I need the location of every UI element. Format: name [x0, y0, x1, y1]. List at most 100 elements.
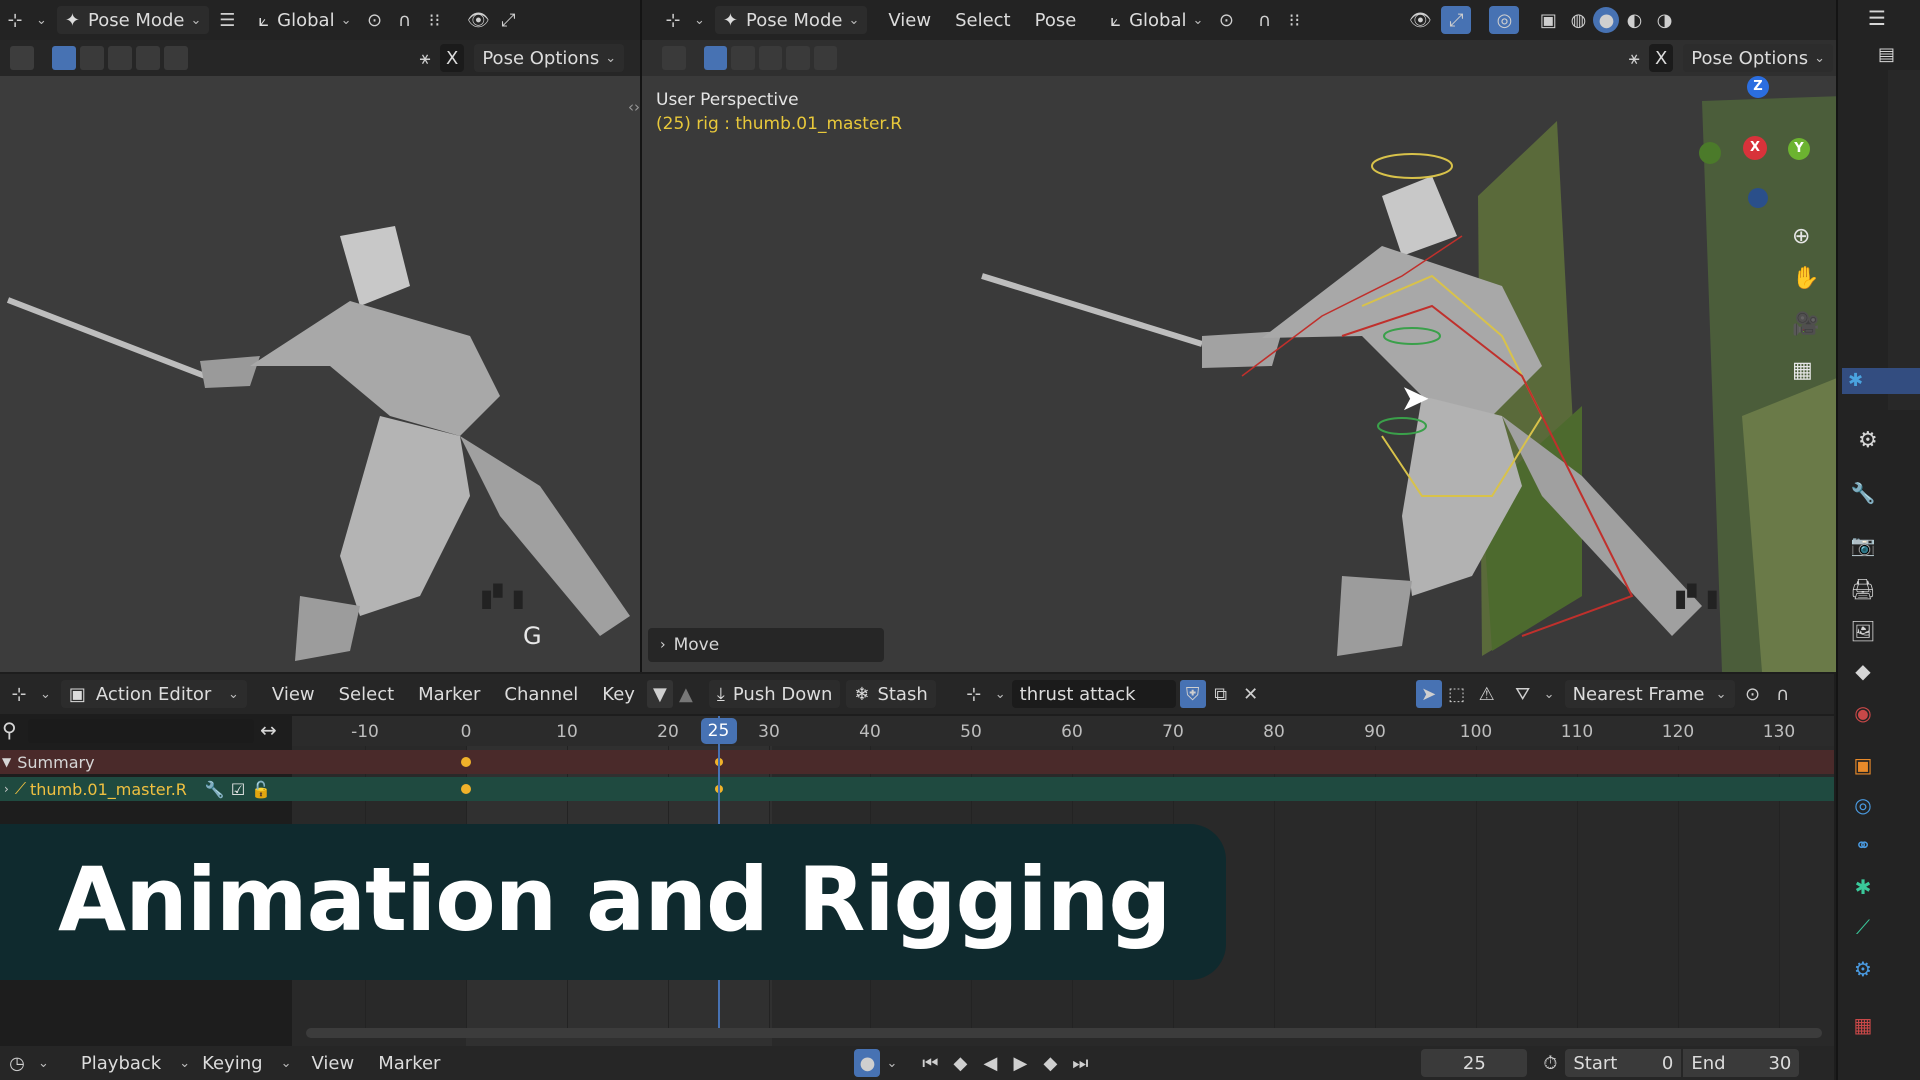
gizmo-toggle-icon[interactable]: ⤢ [1441, 6, 1472, 34]
right-mode-dropdown[interactable]: ✦ Pose Mode ⌄ [714, 6, 868, 34]
zoom-icon[interactable]: ⊕ [1792, 224, 1810, 249]
menu-playback[interactable]: Playback [69, 1053, 173, 1074]
scene-properties-icon[interactable]: ◆ [1848, 656, 1878, 686]
play-reverse-icon[interactable]: ◀ [975, 1049, 1005, 1077]
menu-marker[interactable]: Marker [406, 684, 492, 705]
select-box-icon[interactable] [703, 46, 728, 70]
horizontal-scrollbar[interactable] [306, 1028, 1822, 1038]
duplicate-action-icon[interactable]: ⧉ [1206, 680, 1236, 708]
select-intersect-icon[interactable] [813, 46, 838, 70]
select-intersect-icon[interactable] [164, 46, 188, 70]
armature-data-icon[interactable]: ✱ [1848, 872, 1878, 902]
snap-icon[interactable]: ∩ [1249, 6, 1279, 34]
gizmo-neg-z[interactable] [1748, 188, 1768, 208]
wrench-icon[interactable]: 🔧 [205, 780, 225, 799]
checkbox-icon[interactable]: ☑ [231, 780, 245, 799]
tool-properties-icon[interactable]: 🔧 [1848, 478, 1878, 508]
summary-channel[interactable]: ▼ Summary [0, 750, 95, 774]
scene-icon[interactable]: ▤ [1878, 44, 1895, 65]
menu-select[interactable]: Select [943, 10, 1023, 31]
menu-view[interactable]: View [300, 1053, 367, 1074]
texture-properties-icon[interactable]: ▦ [1848, 1010, 1878, 1040]
action-browse-icon[interactable]: ⊹ [959, 680, 989, 708]
object-properties-icon[interactable]: ▣ [1848, 750, 1878, 780]
swap-icon[interactable]: ↔ [260, 718, 277, 742]
world-properties-icon[interactable]: ◉ [1848, 698, 1878, 728]
jump-end-icon[interactable]: ⏭ [1065, 1049, 1095, 1077]
snap-target-icon[interactable]: ⁝⁝ [419, 6, 449, 34]
filter-icon[interactable]: ⛛ [1508, 680, 1538, 708]
left-mode-dropdown[interactable]: ✦ Pose Mode ⌄ [56, 6, 210, 34]
x-mirror-toggle[interactable]: X [440, 44, 465, 72]
gizmo-neg-y[interactable] [1699, 142, 1721, 164]
select-invert-icon[interactable] [786, 46, 810, 70]
x-mirror-toggle[interactable]: X [1648, 44, 1674, 72]
visibility-icon[interactable]: 👁 [1405, 6, 1435, 34]
chevron-down-icon[interactable]: ⌄ [281, 1056, 292, 1071]
split-arrows-icon[interactable]: ‹› [628, 98, 640, 116]
keyframe[interactable] [461, 784, 471, 794]
select-subtract-icon[interactable] [108, 46, 132, 70]
operator-panel-move[interactable]: › Move [648, 628, 884, 662]
menu-marker[interactable]: Marker [366, 1053, 452, 1074]
right-orientation-dropdown[interactable]: ⟀ Global ⌄ [1102, 6, 1211, 34]
only-selected-icon[interactable]: ➤ [1415, 680, 1442, 708]
select-tool-icon[interactable] [662, 46, 686, 70]
constraint-properties-icon[interactable]: ⚭ [1848, 830, 1878, 860]
snap-target-icon[interactable]: ⁝⁝ [1279, 6, 1309, 34]
shading-solid-icon[interactable]: ● [1593, 7, 1620, 33]
menu-view[interactable]: View [260, 684, 327, 705]
bone-constraint-icon[interactable]: ⚙ [1848, 954, 1878, 984]
stopwatch-icon[interactable]: ⏱ [1535, 1049, 1565, 1077]
menu-select[interactable]: Select [327, 684, 407, 705]
menu-key[interactable]: Key [590, 684, 647, 705]
timeline-editor-icon[interactable]: ◷ [2, 1049, 32, 1077]
left-orientation-dropdown[interactable]: ⟀ Global ⌄ [250, 6, 359, 34]
chevron-down-icon[interactable]: ⌄ [995, 687, 1006, 702]
menu-channel[interactable]: Channel [492, 684, 590, 705]
bone-channel[interactable]: › ⟋ thumb.01_master.R 🔧 ☑ 🔓 [0, 777, 292, 801]
play-icon[interactable]: ▶ [1005, 1049, 1035, 1077]
proportional-edit-icon[interactable]: ⊙ [1738, 680, 1768, 708]
snap-icon[interactable]: ∩ [389, 6, 419, 34]
camera-icon[interactable]: 🎥 [1792, 312, 1819, 337]
right-viewport[interactable]: User Perspective (25) rig : thumb.01_mas… [642, 76, 1836, 672]
select-box-icon[interactable] [52, 46, 76, 70]
select-extend-icon[interactable] [731, 46, 755, 70]
chevron-down-icon[interactable]: ⌄ [38, 1056, 49, 1071]
left-viewport[interactable]: ▮▘▮ G [0, 76, 640, 672]
only-errors-icon[interactable]: ⚠ [1472, 680, 1502, 708]
overlay-toggle-icon[interactable]: ◎ [1489, 6, 1520, 34]
select-tool-icon[interactable] [10, 46, 34, 70]
gizmo-y-axis[interactable]: Y [1788, 138, 1810, 160]
mirror-icon[interactable]: ⚹ [1619, 44, 1648, 72]
render-properties-icon[interactable]: 📷 [1848, 530, 1878, 560]
shading-wireframe-icon[interactable]: ◍ [1563, 6, 1593, 34]
visibility-icon[interactable]: 👁 [463, 6, 493, 34]
bone-properties-icon[interactable]: ⟋ [1848, 912, 1878, 942]
lock-icon[interactable]: 🔓 [251, 780, 271, 799]
hamburger-menu-icon[interactable]: ☰ [212, 6, 242, 34]
gizmo-icon[interactable]: ⤢ [493, 6, 523, 34]
shading-rendered-icon[interactable]: ◑ [1649, 6, 1679, 34]
action-name-field[interactable]: thrust attack [1011, 680, 1176, 708]
output-properties-icon[interactable]: 🖨 [1848, 574, 1878, 604]
select-invert-icon[interactable] [136, 46, 160, 70]
falloff-curve-icon[interactable]: ∩ [1768, 680, 1798, 708]
mirror-icon[interactable]: ⚹ [410, 44, 440, 72]
current-frame-field[interactable]: 25 [1421, 1049, 1528, 1077]
menu-keying[interactable]: Keying [190, 1053, 274, 1074]
jump-start-icon[interactable]: ⏮ [915, 1049, 945, 1077]
properties-editor-icon[interactable]: ⚙ [1858, 428, 1878, 453]
chevron-down-icon[interactable]: ⌄ [36, 13, 47, 28]
end-frame-field[interactable]: End 30 [1683, 1049, 1800, 1077]
record-icon[interactable]: ● [854, 1049, 881, 1077]
chevron-down-icon[interactable]: ⌄ [1544, 687, 1555, 702]
keyframe[interactable] [461, 757, 471, 767]
action-down-icon[interactable]: ▼ [646, 680, 673, 708]
snap-mode-dropdown[interactable]: Nearest Frame ⌄ [1564, 680, 1735, 708]
pivot-icon[interactable]: ⊙ [1211, 6, 1241, 34]
pan-hand-icon[interactable]: ✋ [1792, 266, 1819, 291]
xray-icon[interactable]: ▣ [1533, 6, 1563, 34]
summary-row[interactable] [0, 750, 1834, 774]
